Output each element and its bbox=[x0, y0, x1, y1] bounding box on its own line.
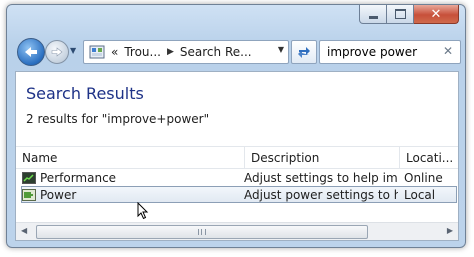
close-icon: ✕ bbox=[430, 6, 442, 22]
forward-arrow-icon bbox=[51, 47, 63, 57]
minimize-icon bbox=[368, 16, 378, 19]
power-icon bbox=[22, 188, 36, 201]
column-header-row: Name Description Locati... bbox=[16, 146, 458, 169]
address-bar[interactable]: « Trou... ▶ Search Re... ▼ bbox=[83, 40, 289, 64]
list-item-description: Adjust power settings to h... bbox=[244, 187, 398, 202]
minimize-button[interactable] bbox=[359, 5, 387, 24]
column-header-description[interactable]: Description bbox=[244, 147, 399, 168]
maximize-button[interactable] bbox=[387, 5, 414, 24]
back-arrow-icon bbox=[25, 47, 37, 57]
scroll-left-icon[interactable]: ◀ bbox=[21, 226, 27, 235]
address-overflow-chevron[interactable]: « bbox=[111, 45, 118, 59]
maximize-icon bbox=[394, 9, 406, 19]
list-item-location: Local bbox=[404, 187, 436, 202]
navigation-toolbar: ▼ « Trou... ▶ Search Re... ▼ ✕ bbox=[15, 36, 461, 66]
list-item-selected[interactable]: Power Adjust power settings to h... Loca… bbox=[21, 186, 457, 203]
recent-pages-dropdown[interactable]: ▼ bbox=[70, 46, 76, 55]
address-segment-troubleshooting[interactable]: Trou... bbox=[124, 45, 161, 59]
scroll-right-icon[interactable]: ▶ bbox=[447, 226, 453, 235]
forward-button[interactable] bbox=[45, 40, 69, 64]
list-item[interactable]: Performance Adjust settings to help im..… bbox=[22, 169, 456, 186]
address-separator-icon[interactable]: ▶ bbox=[167, 47, 174, 57]
refresh-icon bbox=[298, 47, 310, 58]
control-panel-icon bbox=[89, 45, 105, 59]
column-header-name[interactable]: Name bbox=[16, 147, 244, 168]
mouse-cursor-icon bbox=[137, 202, 149, 220]
horizontal-scrollbar[interactable]: ◀ ▶ bbox=[16, 222, 458, 240]
list-item-description: Adjust settings to help im... bbox=[244, 170, 398, 185]
results-count: 2 results for "improve+power" bbox=[26, 112, 210, 126]
list-item-name: Performance bbox=[40, 170, 117, 185]
address-dropdown-icon[interactable]: ▼ bbox=[278, 45, 284, 54]
grip-icon bbox=[198, 229, 206, 235]
list-item-name: Power bbox=[40, 187, 77, 202]
list-item-location: Online bbox=[404, 170, 443, 185]
back-button[interactable] bbox=[17, 38, 45, 66]
page-title: Search Results bbox=[26, 84, 144, 103]
results-pane: Search Results 2 results for "improve+po… bbox=[15, 71, 459, 241]
window-controls: ✕ bbox=[359, 5, 459, 24]
column-header-location[interactable]: Locati... bbox=[399, 147, 456, 168]
list-item-name-cell: Performance bbox=[22, 171, 238, 185]
address-segment-search-results[interactable]: Search Re... bbox=[180, 45, 252, 59]
clear-search-icon[interactable]: ✕ bbox=[443, 44, 453, 58]
explorer-window: ✕ ▼ « Trou... ▶ Search Re... ▼ improve p… bbox=[6, 4, 466, 248]
search-input[interactable] bbox=[325, 44, 439, 60]
search-box[interactable]: ✕ bbox=[319, 40, 461, 64]
list-item-name-cell: Power bbox=[22, 188, 238, 202]
performance-icon bbox=[22, 171, 36, 184]
close-button[interactable]: ✕ bbox=[414, 5, 459, 24]
refresh-button[interactable] bbox=[291, 40, 317, 64]
scrollbar-thumb[interactable] bbox=[36, 225, 368, 239]
